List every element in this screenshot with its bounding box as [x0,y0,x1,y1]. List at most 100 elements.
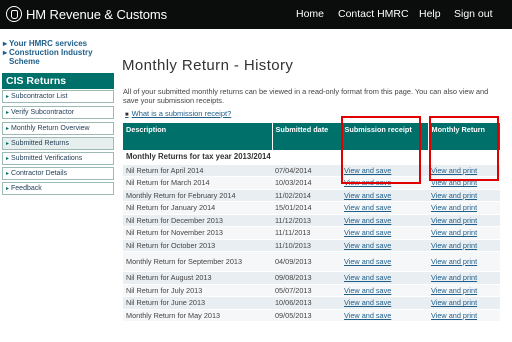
row-receipt-cell: View and save [341,271,428,285]
nav-contact-link[interactable]: Contact HMRC [338,8,409,20]
sidebar-item-submitted-verifications[interactable]: ▸ Submitted Verifications [2,152,114,165]
row-return-cell: View and print [428,164,500,177]
sidebar-item-contractor-details[interactable]: ▸ Contractor Details [2,167,114,180]
row-receipt-cell: View and save [341,189,428,202]
table-row: Nil Return for October 2013 11/10/2013 Vie… [123,239,500,252]
nav-help-link[interactable]: Help [419,8,441,20]
sidebar-top-links: ▸ Your HMRC services ▸ Construction Indust… [3,39,115,66]
view-and-save-link[interactable]: View and save [344,166,391,175]
view-and-save-link[interactable]: View and save [344,257,391,266]
row-receipt-cell: View and save [341,201,428,215]
arrow-right-icon: ▸ [6,110,10,116]
view-and-print-link[interactable]: View and print [431,216,477,225]
row-submitted-date: 11/10/2013 [272,239,341,252]
row-receipt-cell: View and save [341,226,428,240]
bullet-icon: ▸ [3,48,8,57]
table-row: Monthly Return for September 2013 04/09/2… [123,251,500,272]
sidebar-item-feedback[interactable]: ▸ Feedback [2,182,114,195]
row-description: Nil Return for July 2013 [123,284,272,297]
view-and-save-link[interactable]: View and save [344,178,391,187]
view-and-print-link[interactable]: View and print [431,178,477,187]
row-submitted-date: 10/03/2014 [272,176,341,190]
row-submitted-date: 07/04/2014 [272,164,341,177]
view-and-print-link[interactable]: View and print [431,257,477,266]
row-description: Nil Return for August 2013 [123,271,272,285]
table-row: Nil Return for April 2014 07/04/2014 View … [123,164,500,177]
row-return-cell: View and print [428,201,500,215]
nav-sign-out-link[interactable]: Sign out [454,8,493,20]
tax-year-heading: Monthly Returns for tax year 2013/2014 [123,150,500,165]
nav-home-link[interactable]: Home [296,8,324,20]
column-header-submitted-date: Submitted date [272,123,342,150]
view-and-print-link[interactable]: View and print [431,298,477,307]
row-return-cell: View and print [428,226,500,240]
view-and-save-link[interactable]: View and save [344,228,391,237]
view-and-save-link[interactable]: View and save [344,216,391,225]
sidebar-link-your-services[interactable]: ▸ Your HMRC services [3,39,115,48]
row-description: Nil Return for December 2013 [123,214,272,227]
row-return-cell: View and print [428,214,500,227]
arrow-right-icon: ▸ [6,171,10,177]
sidebar-item-verify-subcontractor[interactable]: ▸ Verify Subcontractor [2,106,114,119]
row-receipt-cell: View and save [341,251,428,272]
arrow-right-icon: ▸ [6,94,10,100]
view-and-save-link[interactable]: View and save [344,203,391,212]
view-and-save-link[interactable]: View and save [344,191,391,200]
row-return-cell: View and print [428,284,500,297]
brand-name: HM Revenue & Customs [26,6,168,22]
row-description: Nil Return for November 2013 [123,226,272,240]
arrow-right-icon: ▸ [6,156,10,162]
table-row: Monthly Return for May 2013 09/05/2013 Vie… [123,309,500,322]
column-header-monthly-return: Monthly Return [428,123,501,150]
view-and-save-link[interactable]: View and save [344,286,391,295]
submission-receipt-help-link[interactable]: ■ What is a submission receipt? [125,109,231,118]
sidebar-item-subcontractor-list[interactable]: ▸ Subcontractor List [2,90,114,103]
row-submitted-date: 15/01/2014 [272,201,341,215]
table-header-row: Description Submitted date Submission re… [123,123,501,150]
table-row: Nil Return for December 2013 11/12/2013 Vi… [123,214,500,227]
row-return-cell: View and print [428,239,500,252]
view-and-print-link[interactable]: View and print [431,311,477,320]
row-return-cell: View and print [428,309,500,322]
view-and-print-link[interactable]: View and print [431,273,477,282]
arrow-right-icon: ▸ [6,186,10,192]
view-and-print-link[interactable]: View and print [431,191,477,200]
view-and-print-link[interactable]: View and print [431,166,477,175]
view-and-save-link[interactable]: View and save [344,241,391,250]
arrow-right-icon: ▸ [6,126,10,132]
row-submitted-date: 09/08/2013 [272,271,341,285]
sidebar-item-monthly-return-overview[interactable]: ▸ Monthly Return Overview [2,122,114,135]
view-and-print-link[interactable]: View and print [431,228,477,237]
view-and-print-link[interactable]: View and print [431,203,477,212]
table-row: Nil Return for July 2013 05/07/2013 View a… [123,284,500,297]
row-submitted-date: 10/06/2013 [272,296,341,310]
row-receipt-cell: View and save [341,284,428,297]
row-receipt-cell: View and save [341,176,428,190]
sidebar-link-cis[interactable]: ▸ Construction Industry Scheme [3,48,115,66]
row-receipt-cell: View and save [341,164,428,177]
returns-table: Description Submitted date Submission re… [123,123,501,322]
row-receipt-cell: View and save [341,214,428,227]
sidebar-item-submitted-returns[interactable]: ▸ Submitted Returns [2,137,114,150]
row-description: Nil Return for March 2014 [123,176,272,190]
column-header-description: Description [123,123,273,150]
crown-crest-icon [6,6,22,22]
row-description: Nil Return for June 2013 [123,296,272,310]
row-description: Monthly Return for May 2013 [123,309,272,322]
intro-text: All of your submitted monthly returns ca… [123,87,489,105]
row-return-cell: View and print [428,271,500,285]
view-and-save-link[interactable]: View and save [344,273,391,282]
row-return-cell: View and print [428,251,500,272]
table-row: Monthly Return for February 2014 11/02/20… [123,189,500,202]
row-submitted-date: 11/02/2014 [272,189,341,202]
view-and-save-link[interactable]: View and save [344,311,391,320]
page-title: Monthly Return - History [122,57,294,74]
table-row: Nil Return for November 2013 11/11/2013 Vi… [123,226,500,240]
table-row: Nil Return for August 2013 09/08/2013 View… [123,271,500,285]
row-submitted-date: 05/07/2013 [272,284,341,297]
view-and-save-link[interactable]: View and save [344,298,391,307]
table-row: Nil Return for June 2013 10/06/2013 View a… [123,296,500,310]
view-and-print-link[interactable]: View and print [431,241,477,250]
hmrc-logo[interactable]: HM Revenue & Customs [6,5,167,23]
view-and-print-link[interactable]: View and print [431,286,477,295]
